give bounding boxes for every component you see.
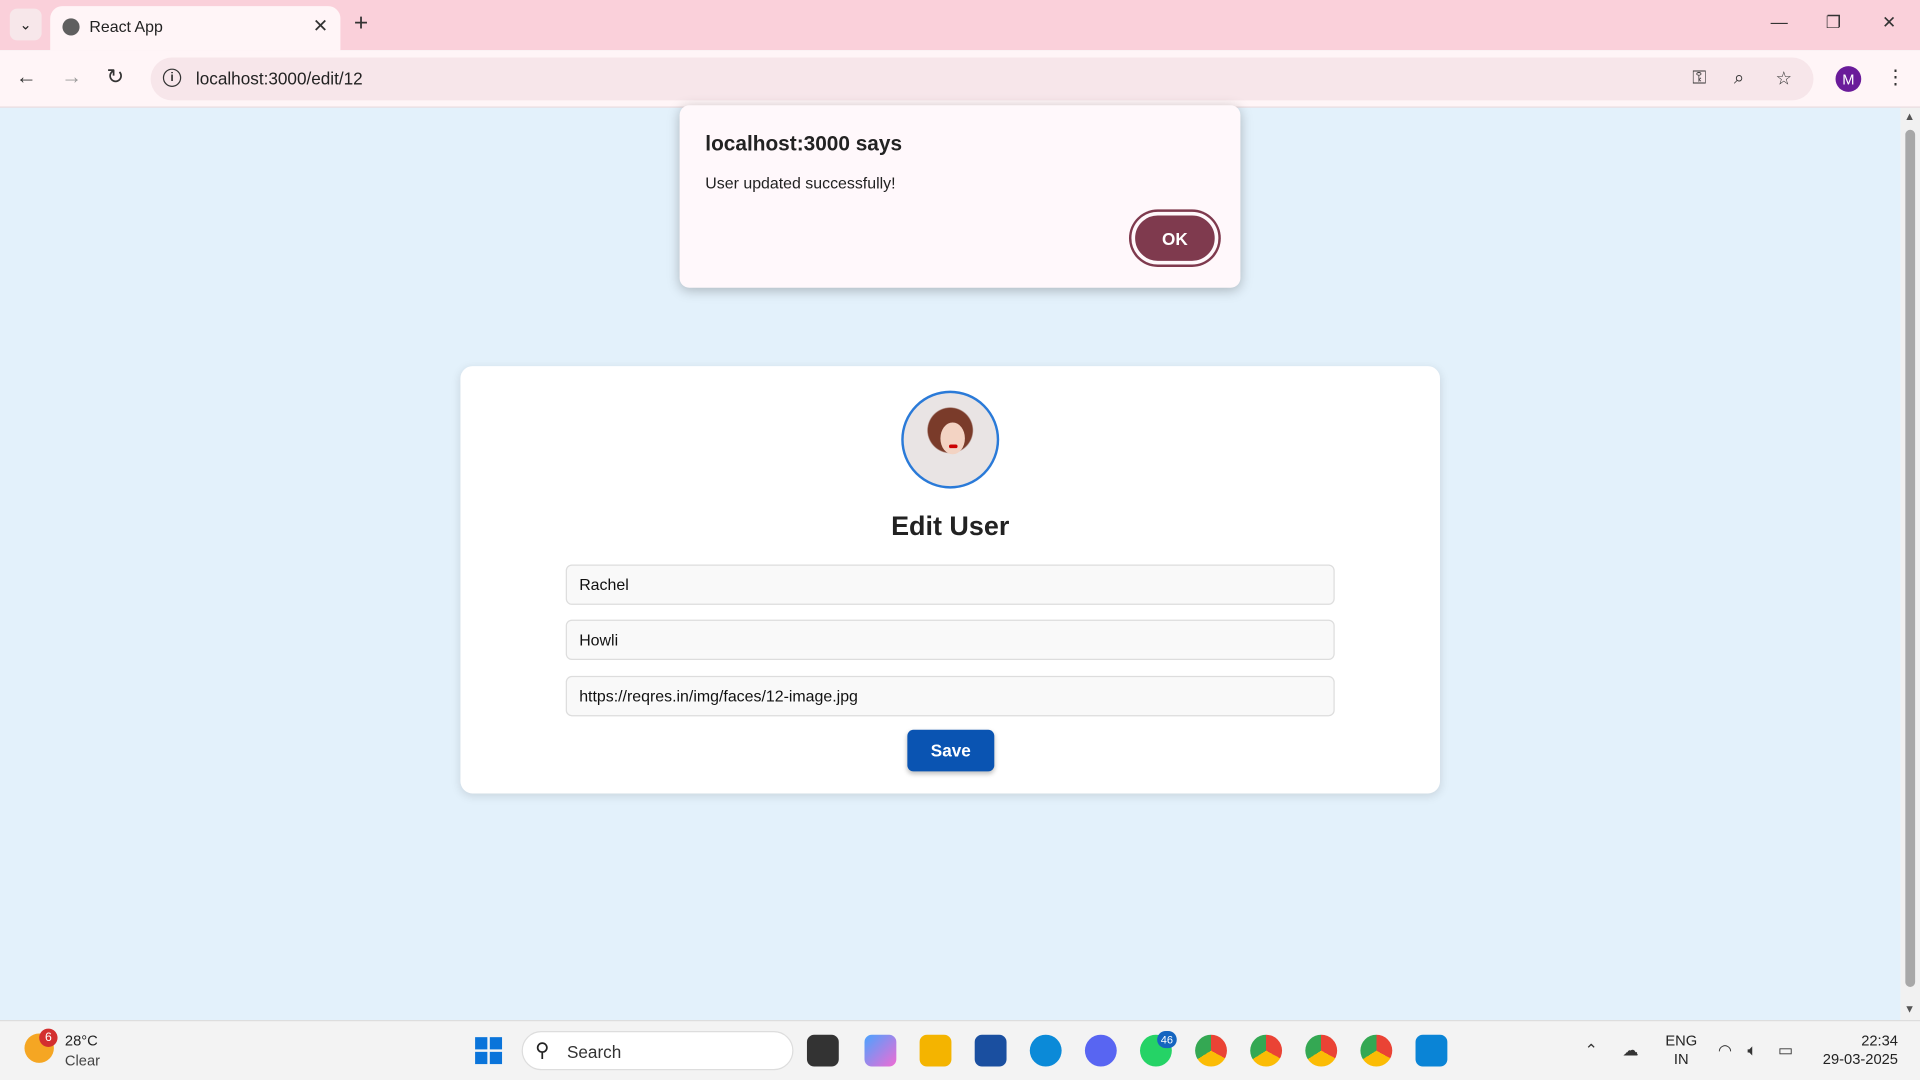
taskbar: 6 28°C Clear ⚲ Search 46 ⌃ ☁ ENG IN ◠ 🔈︎…	[0, 1020, 1920, 1080]
tab-list-button[interactable]: ⌄	[9, 8, 42, 41]
profile-avatar[interactable]: M	[1835, 66, 1862, 92]
task-view-icon[interactable]	[806, 1034, 839, 1067]
weather-condition[interactable]: Clear	[65, 1052, 100, 1069]
zoom-icon[interactable]: ⌕	[1734, 67, 1744, 88]
show-hidden-icons-icon[interactable]: ⌃	[1585, 1041, 1598, 1061]
back-icon[interactable]: ←	[16, 65, 37, 89]
microsoft-store-icon[interactable]	[974, 1034, 1007, 1067]
copilot-icon[interactable]	[864, 1034, 897, 1067]
minimize-icon[interactable]: —	[1771, 12, 1788, 32]
chevron-down-icon: ⌄	[19, 15, 32, 34]
reload-icon[interactable]: ↻	[107, 65, 124, 89]
page-title: Edit User	[891, 510, 1010, 542]
weather-temperature[interactable]: 28°C	[65, 1032, 98, 1049]
close-tab-icon[interactable]: ✕	[313, 15, 328, 37]
browser-titlebar: ⌄ React App ✕ + — ❐ ✕	[0, 0, 1920, 51]
address-bar[interactable]: i localhost:3000/edit/12 ⚿ ⌕ ☆	[150, 57, 1814, 101]
vscode-icon[interactable]	[1415, 1034, 1448, 1067]
scroll-up-icon[interactable]: ▲	[1904, 110, 1915, 122]
last-name-field[interactable]	[565, 619, 1335, 661]
search-icon: ⚲	[535, 1040, 550, 1062]
chrome-active-icon[interactable]	[1360, 1034, 1393, 1067]
battery-icon[interactable]: ▭	[1778, 1041, 1793, 1061]
weather-badge: 6	[39, 1028, 58, 1047]
password-key-icon[interactable]: ⚿	[1692, 67, 1706, 88]
whatsapp-badge: 46	[1157, 1031, 1177, 1049]
edit-user-card: Edit User Save	[460, 366, 1441, 794]
info-icon[interactable]: i	[162, 68, 182, 87]
menu-kebab-icon[interactable]: ⋮	[1886, 65, 1906, 89]
wifi-icon[interactable]: ◠	[1718, 1041, 1732, 1061]
edge-icon[interactable]	[1029, 1034, 1062, 1067]
url-text[interactable]: localhost:3000/edit/12	[196, 69, 363, 89]
alert-dialog: localhost:3000 says User updated success…	[679, 105, 1241, 288]
new-tab-icon[interactable]: +	[354, 10, 368, 38]
scrollbar[interactable]: ▲ ▼	[1900, 107, 1920, 1021]
chrome-profile-3-icon[interactable]	[1305, 1034, 1338, 1067]
avatar-url-field[interactable]	[565, 675, 1335, 717]
dialog-header: localhost:3000 says	[705, 132, 903, 156]
tab-title: React App	[89, 17, 163, 36]
forward-icon[interactable]: →	[61, 65, 82, 89]
volume-icon[interactable]: 🔈︎	[1747, 1041, 1757, 1061]
user-avatar	[901, 390, 1000, 489]
ok-button[interactable]: OK	[1131, 211, 1219, 265]
scroll-down-icon[interactable]: ▼	[1904, 1003, 1915, 1015]
browser-tab[interactable]: React App ✕	[50, 6, 341, 51]
first-name-field[interactable]	[565, 564, 1335, 605]
onedrive-icon[interactable]: ☁	[1622, 1041, 1638, 1061]
clock[interactable]: 22:34 29-03-2025	[1817, 1032, 1898, 1069]
chrome-profile-2-icon[interactable]	[1250, 1034, 1283, 1067]
discord-icon[interactable]	[1084, 1034, 1117, 1067]
search-label: Search	[566, 1042, 622, 1062]
taskbar-search[interactable]: ⚲ Search	[521, 1031, 794, 1071]
scrollbar-thumb[interactable]	[1905, 129, 1916, 987]
dialog-message: User updated successfully!	[705, 173, 896, 193]
file-explorer-icon[interactable]	[919, 1034, 952, 1067]
close-window-icon[interactable]: ✕	[1882, 12, 1896, 33]
language-indicator[interactable]: ENG IN	[1665, 1032, 1697, 1069]
bookmark-star-icon[interactable]: ☆	[1776, 67, 1792, 90]
chrome-profile-1-icon[interactable]	[1195, 1034, 1227, 1067]
restore-icon[interactable]: ❐	[1826, 12, 1841, 33]
windows-start-icon[interactable]	[475, 1037, 503, 1065]
globe-icon	[62, 18, 80, 36]
browser-toolbar: ← → ↻ i localhost:3000/edit/12 ⚿ ⌕ ☆	[0, 50, 1920, 108]
save-button[interactable]: Save	[907, 729, 995, 772]
